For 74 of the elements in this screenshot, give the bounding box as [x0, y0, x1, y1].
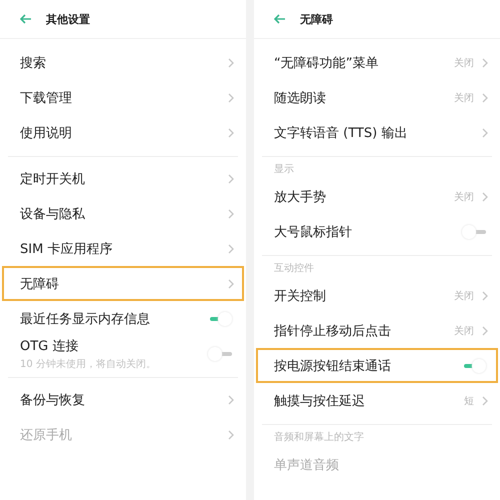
row-value: 关闭	[454, 324, 474, 338]
settings-row[interactable]: 开关控制 关闭	[256, 278, 498, 313]
chevron-icon	[482, 326, 488, 336]
settings-row[interactable]: 使用说明	[2, 115, 244, 150]
chevron-icon	[228, 208, 234, 218]
chevron-icon	[482, 58, 488, 68]
settings-row[interactable]: “无障碍功能”菜单 关闭	[256, 45, 498, 80]
settings-row[interactable]: SIM 卡应用程序	[2, 231, 244, 266]
chevron-icon	[228, 92, 234, 102]
settings-row[interactable]: 设备与隐私	[2, 196, 244, 231]
toggle-switch[interactable]	[208, 346, 234, 362]
row-label: OTG 连接	[20, 338, 80, 354]
row-label: 随选朗读	[274, 90, 326, 106]
settings-row[interactable]: 下载管理	[2, 80, 244, 115]
row-value: 短	[464, 394, 474, 408]
screen-title: 其他设置	[46, 12, 90, 26]
settings-row[interactable]: 备份与恢复	[2, 382, 244, 417]
row-label: 大号鼠标指针	[274, 224, 352, 240]
settings-row[interactable]: 指针停止移动后点击 关闭	[256, 313, 498, 348]
row-subtitle: 10 分钟未使用，将自动关闭。	[20, 358, 156, 370]
chevron-icon	[482, 92, 488, 102]
toggle-switch[interactable]	[208, 310, 234, 326]
row-value: 关闭	[454, 56, 474, 70]
chevron-icon	[482, 128, 488, 138]
row-label: 指针停止移动后点击	[274, 322, 391, 340]
screen-title: 无障碍	[300, 12, 333, 26]
settings-row[interactable]: 文字转语音 (TTS) 输出	[256, 115, 498, 150]
settings-row[interactable]: 触摸与按住延迟 短	[256, 383, 498, 418]
settings-row[interactable]: OTG 连接 10 分钟未使用，将自动关闭。	[2, 336, 244, 371]
row-label: 设备与隐私	[20, 206, 85, 222]
row-label: 单声道音频	[274, 456, 339, 474]
row-value: 关闭	[454, 190, 474, 204]
row-label: 最近任务显示内存信息	[20, 310, 150, 328]
row-value: 关闭	[454, 92, 474, 104]
row-label: 无障碍	[20, 276, 59, 292]
settings-row[interactable]: 随选朗读 关闭	[256, 80, 498, 115]
settings-row[interactable]: 无障碍	[2, 266, 244, 301]
row-label: 文字转语音 (TTS) 输出	[274, 124, 408, 142]
settings-row[interactable]: 放大手势 关闭	[256, 179, 498, 214]
chevron-icon	[228, 244, 234, 254]
settings-row[interactable]: 大号鼠标指针	[256, 214, 498, 249]
row-label: 下载管理	[20, 90, 72, 106]
row-label: “无障碍功能”菜单	[274, 54, 378, 72]
chevron-icon	[482, 192, 488, 202]
row-label: 开关控制	[274, 288, 326, 304]
row-label: 使用说明	[20, 124, 72, 142]
chevron-icon	[228, 278, 234, 288]
row-label: SIM 卡应用程序	[20, 240, 112, 258]
chevron-icon	[228, 58, 234, 68]
settings-row[interactable]: 搜索	[2, 45, 244, 80]
row-label: 备份与恢复	[20, 392, 85, 408]
chevron-icon	[228, 128, 234, 138]
row-label: 触摸与按住延迟	[274, 392, 365, 410]
back-arrow-icon[interactable]	[274, 14, 286, 24]
chevron-icon	[482, 290, 488, 300]
row-value: 关闭	[454, 290, 474, 302]
chevron-icon	[228, 430, 234, 440]
row-label: 按电源按钮结束通话	[274, 358, 391, 374]
chevron-icon	[228, 174, 234, 184]
row-label: 定时开关机	[20, 170, 85, 188]
row-label: 放大手势	[274, 188, 326, 206]
row-label: 还原手机	[20, 426, 72, 444]
section-label: 显示	[273, 163, 294, 177]
section-label: 互动控件	[273, 262, 314, 276]
chevron-icon	[228, 394, 234, 404]
toggle-switch[interactable]	[462, 358, 488, 374]
back-arrow-icon[interactable]	[20, 14, 32, 24]
toggle-switch[interactable]	[462, 224, 488, 240]
settings-row[interactable]: 按电源按钮结束通话	[256, 348, 498, 383]
section-label: 音频和屏幕上的文字	[273, 430, 364, 445]
settings-row[interactable]: 最近任务显示内存信息	[2, 301, 244, 336]
chevron-icon	[482, 396, 488, 406]
row-label: 搜索	[20, 54, 46, 72]
settings-row[interactable]: 定时开关机	[2, 161, 244, 196]
